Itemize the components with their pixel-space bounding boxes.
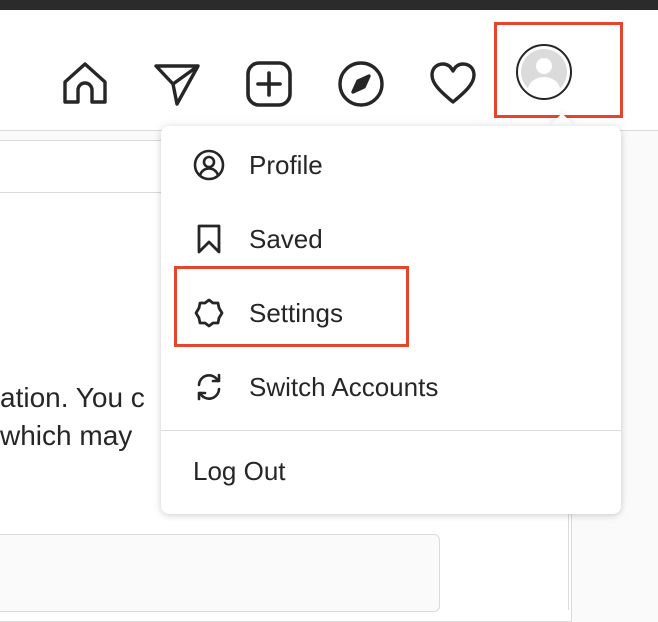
menu-item-profile[interactable]: Profile <box>161 128 621 202</box>
menu-item-log-out[interactable]: Log Out <box>161 434 621 508</box>
settings-highlight-box <box>174 266 409 347</box>
menu-item-saved[interactable]: Saved <box>161 202 621 276</box>
home-icon[interactable] <box>61 60 109 108</box>
menu-item-switch-accounts[interactable]: Switch Accounts <box>161 350 621 424</box>
menu-item-label: Saved <box>249 223 323 254</box>
background-text-line-2: which may <box>0 420 133 451</box>
new-post-icon[interactable] <box>245 60 293 108</box>
direct-messages-icon[interactable] <box>153 60 201 108</box>
profile-icon <box>193 149 225 181</box>
menu-item-label: Log Out <box>193 455 286 486</box>
explore-icon[interactable] <box>337 60 385 108</box>
background-input-field[interactable] <box>0 534 440 612</box>
activity-heart-icon[interactable] <box>429 60 477 108</box>
menu-separator <box>161 430 621 431</box>
window-top-strip <box>0 0 658 10</box>
avatar-highlight-box <box>494 22 623 118</box>
menu-item-label: Switch Accounts <box>249 371 439 402</box>
menu-item-label: Profile <box>249 149 323 180</box>
switch-accounts-icon <box>193 371 225 403</box>
bookmark-icon <box>193 223 225 255</box>
background-text-line-1: ation. You c <box>0 382 145 413</box>
